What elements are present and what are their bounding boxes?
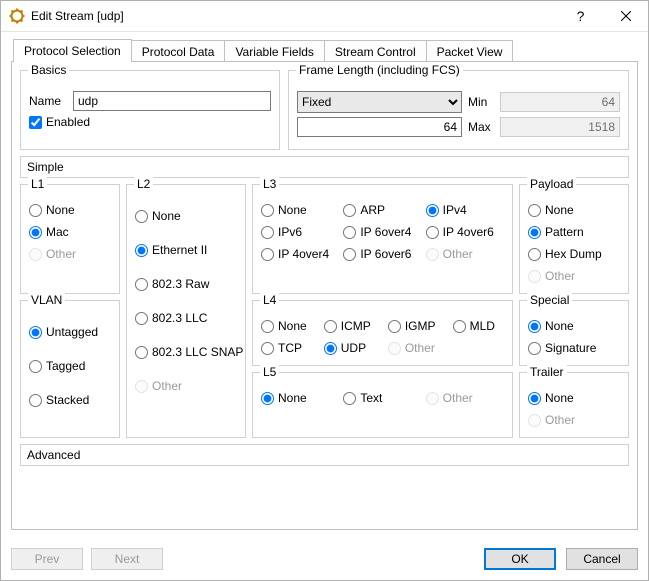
l4-udp[interactable]: UDP: [324, 341, 380, 355]
frame-length-mode-select[interactable]: Fixed: [297, 91, 462, 113]
group-basics: Basics Name Enabled: [20, 70, 280, 150]
tab-stream-control[interactable]: Stream Control: [324, 40, 427, 62]
l2-other: Other: [135, 379, 237, 393]
group-l1: L1 None Mac Other: [20, 184, 120, 294]
l2-llc[interactable]: 802.3 LLC: [135, 311, 237, 325]
l2-raw[interactable]: 802.3 Raw: [135, 277, 237, 291]
group-l5-legend: L5: [260, 365, 279, 379]
special-none[interactable]: None: [528, 319, 620, 333]
l1-other: Other: [29, 247, 111, 261]
group-l4: L4 None ICMP IGMP MLD TCP UDP Other: [252, 300, 513, 366]
group-vlan-legend: VLAN: [28, 293, 65, 307]
close-button[interactable]: [603, 1, 648, 31]
enabled-checkbox[interactable]: [29, 116, 42, 129]
group-l1-legend: L1: [28, 177, 47, 191]
tabpage-protocol-selection: Basics Name Enabled Frame Length (includ…: [11, 61, 638, 530]
group-frame-length-legend: Frame Length (including FCS): [296, 63, 463, 77]
l3-ip6o4[interactable]: IP 6over4: [343, 225, 421, 239]
frame-length-input[interactable]: [297, 117, 462, 137]
group-trailer-legend: Trailer: [527, 365, 567, 379]
vlan-tagged[interactable]: Tagged: [29, 359, 111, 373]
group-l3-legend: L3: [260, 177, 279, 191]
l4-tcp[interactable]: TCP: [261, 341, 316, 355]
l4-other: Other: [388, 341, 445, 355]
content-area: Protocol Selection Protocol Data Variabl…: [1, 32, 648, 540]
close-icon: [621, 11, 631, 21]
tab-packet-view[interactable]: Packet View: [426, 40, 514, 62]
payload-none[interactable]: None: [528, 203, 620, 217]
group-frame-length: Frame Length (including FCS) Fixed Min M…: [288, 70, 629, 150]
l2-none[interactable]: None: [135, 209, 237, 223]
tabstrip: Protocol Selection Protocol Data Variabl…: [13, 40, 638, 62]
group-l4-legend: L4: [260, 293, 279, 307]
section-advanced[interactable]: Advanced: [20, 444, 629, 466]
l3-ip4o4[interactable]: IP 4over4: [261, 247, 339, 261]
group-basics-legend: Basics: [28, 63, 69, 77]
min-input: [500, 92, 620, 112]
max-label: Max: [468, 120, 494, 134]
l4-mld[interactable]: MLD: [453, 319, 504, 333]
l2-snap[interactable]: 802.3 LLC SNAP: [135, 345, 237, 359]
trailer-other: Other: [528, 413, 620, 427]
payload-pattern[interactable]: Pattern: [528, 225, 620, 239]
vlan-stacked[interactable]: Stacked: [29, 393, 111, 407]
ok-button[interactable]: OK: [484, 548, 556, 570]
l1-none[interactable]: None: [29, 203, 111, 217]
group-special: Special None Signature: [519, 300, 629, 366]
max-input: [500, 117, 620, 137]
group-trailer: Trailer None Other: [519, 372, 629, 438]
l5-none[interactable]: None: [261, 391, 339, 405]
payload-other: Other: [528, 269, 620, 283]
group-l2: L2 None Ethernet II 802.3 Raw 802.3 LLC …: [126, 184, 246, 438]
l4-none[interactable]: None: [261, 319, 316, 333]
footer: Prev Next OK Cancel: [1, 540, 648, 580]
l1-mac[interactable]: Mac: [29, 225, 111, 239]
special-signature[interactable]: Signature: [528, 341, 620, 355]
name-label: Name: [29, 94, 67, 108]
name-input[interactable]: [73, 91, 271, 111]
cancel-button[interactable]: Cancel: [566, 548, 638, 570]
tab-protocol-selection[interactable]: Protocol Selection: [13, 39, 132, 62]
group-vlan: VLAN Untagged Tagged Stacked: [20, 300, 120, 438]
tab-protocol-data[interactable]: Protocol Data: [131, 40, 226, 62]
l4-icmp[interactable]: ICMP: [324, 319, 380, 333]
group-payload: Payload None Pattern Hex Dump Other: [519, 184, 629, 294]
l3-none[interactable]: None: [261, 203, 339, 217]
l3-ipv4[interactable]: IPv4: [426, 203, 504, 217]
group-payload-legend: Payload: [527, 177, 576, 191]
section-simple[interactable]: Simple: [20, 156, 629, 178]
group-l2-legend: L2: [134, 177, 153, 191]
app-icon: [9, 8, 25, 24]
enabled-label: Enabled: [46, 115, 90, 129]
l3-ip6o6[interactable]: IP 6over6: [343, 247, 421, 261]
l3-ip4o6[interactable]: IP 4over6: [426, 225, 504, 239]
l3-ipv6[interactable]: IPv6: [261, 225, 339, 239]
protocol-grid: L1 None Mac Other VLAN Untagged Tagged S…: [20, 184, 629, 438]
group-l3: L3 None ARP IPv4 IPv6 IP 6over4 IP 4over…: [252, 184, 513, 294]
l5-other: Other: [426, 391, 504, 405]
prev-button: Prev: [11, 548, 83, 570]
l4-igmp[interactable]: IGMP: [388, 319, 445, 333]
tab-variable-fields[interactable]: Variable Fields: [224, 40, 324, 62]
vlan-untagged[interactable]: Untagged: [29, 325, 111, 339]
payload-hexdump[interactable]: Hex Dump: [528, 247, 620, 261]
window-title: Edit Stream [udp]: [31, 9, 558, 23]
min-label: Min: [468, 95, 494, 109]
group-l5: L5 None Text Other: [252, 372, 513, 438]
next-button: Next: [91, 548, 163, 570]
l3-other: Other: [426, 247, 504, 261]
l3-arp[interactable]: ARP: [343, 203, 421, 217]
l5-text[interactable]: Text: [343, 391, 421, 405]
edit-stream-dialog: Edit Stream [udp] ? Protocol Selection P…: [0, 0, 649, 581]
trailer-none[interactable]: None: [528, 391, 620, 405]
tabstrip-filler: [512, 39, 638, 62]
l2-eth2[interactable]: Ethernet II: [135, 243, 237, 257]
titlebar: Edit Stream [udp] ?: [1, 1, 648, 32]
group-special-legend: Special: [527, 293, 572, 307]
help-button[interactable]: ?: [558, 1, 603, 31]
